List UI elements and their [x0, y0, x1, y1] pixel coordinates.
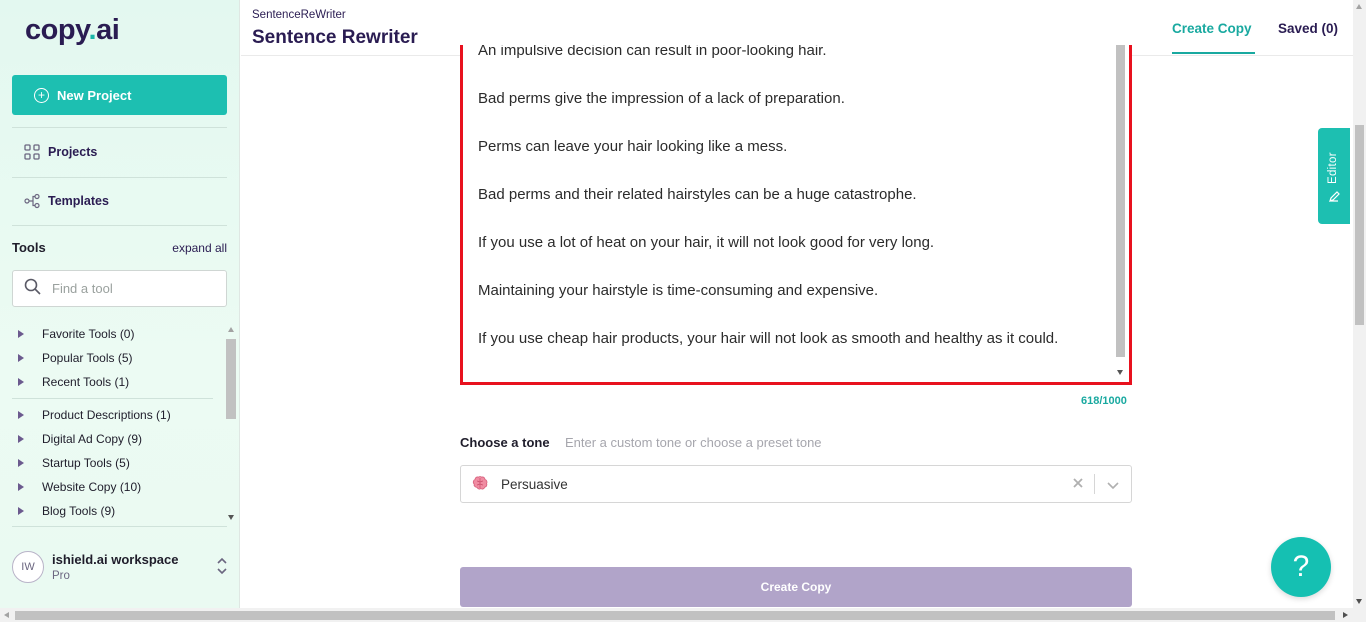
scrollbar-thumb[interactable] — [15, 611, 1335, 620]
tool-group-label: Startup Tools (5) — [42, 456, 130, 470]
tone-label: Choose a tone — [460, 435, 550, 450]
expand-all-link[interactable]: expand all — [172, 241, 227, 255]
tool-group-blog-tools[interactable]: Blog Tools (9) — [12, 499, 225, 520]
divider — [12, 127, 227, 128]
caret-right-icon — [18, 330, 24, 338]
divider — [12, 225, 227, 226]
create-copy-button[interactable]: Create Copy — [460, 567, 1132, 607]
sidebar-item-label: Templates — [48, 194, 109, 208]
editor-side-tab[interactable]: Editor — [1318, 128, 1350, 224]
tools-heading: Tools — [12, 240, 46, 255]
scroll-left-icon[interactable] — [4, 612, 9, 618]
clear-icon[interactable] — [1072, 476, 1084, 494]
sidebar-item-templates[interactable]: Templates — [24, 193, 109, 209]
tool-group-website-copy[interactable]: Website Copy (10) — [12, 475, 225, 499]
caret-right-icon — [18, 378, 24, 386]
workspace-switcher[interactable]: IW ishield.ai workspace Pro — [12, 542, 230, 592]
logo-suffix: ai — [96, 14, 120, 46]
tool-group-recent[interactable]: Recent Tools (1) — [12, 370, 225, 394]
plus-circle-icon: + — [34, 87, 49, 103]
tool-group-digital-ad-copy[interactable]: Digital Ad Copy (9) — [12, 427, 225, 451]
scroll-up-icon[interactable] — [228, 327, 234, 332]
sidebar: copy.ai + New Project Projects Templates… — [0, 0, 240, 608]
search-icon — [24, 278, 41, 300]
caret-right-icon — [18, 354, 24, 362]
tool-group-product-descriptions[interactable]: Product Descriptions (1) — [12, 403, 225, 427]
breadcrumb[interactable]: SentenceReWriter — [252, 9, 346, 21]
tool-group-label: Recent Tools (1) — [42, 375, 130, 389]
textarea-scrollbar[interactable] — [1115, 45, 1126, 379]
new-project-label: New Project — [57, 87, 132, 103]
input-line: Bad perms and their related hairstyles c… — [478, 186, 917, 203]
sidebar-item-projects[interactable]: Projects — [24, 144, 97, 160]
grid-icon — [24, 144, 40, 160]
logo-main: copy — [25, 14, 89, 46]
caret-right-icon — [18, 435, 24, 443]
page-title: Sentence Rewriter — [252, 27, 418, 48]
page-horizontal-scrollbar[interactable] — [0, 608, 1366, 622]
input-text: An impulsive decision can result in poor… — [478, 45, 1098, 375]
scrollbar-thumb[interactable] — [1116, 45, 1125, 357]
tone-value: Persuasive — [501, 476, 568, 492]
tool-search — [12, 270, 227, 307]
tool-group-startup-tools[interactable]: Startup Tools (5) — [12, 451, 225, 475]
scroll-right-icon[interactable] — [1343, 612, 1348, 618]
input-line: If you use cheap hair products, your hai… — [478, 330, 1059, 347]
scroll-up-icon[interactable] — [1356, 4, 1362, 9]
tool-group-label: Favorite Tools (0) — [42, 327, 135, 341]
caret-right-icon — [18, 459, 24, 467]
chevron-down-icon[interactable] — [1106, 478, 1120, 496]
tool-list-scrollbar[interactable] — [225, 325, 236, 522]
sidebar-item-label: Projects — [48, 145, 98, 159]
caret-right-icon — [18, 483, 24, 491]
input-line: An impulsive decision can result in poor… — [478, 45, 827, 59]
logo-dot: . — [88, 14, 97, 46]
tone-hint: Enter a custom tone or choose a preset t… — [565, 435, 822, 450]
avatar: IW — [12, 551, 44, 583]
tool-search-input[interactable] — [52, 281, 212, 296]
tool-group-label: Blog Tools (9) — [42, 504, 116, 518]
tool-group-label: Product Descriptions (1) — [42, 408, 171, 422]
divider — [12, 177, 227, 178]
tool-group-favorite[interactable]: Favorite Tools (0) — [12, 322, 225, 346]
help-button[interactable]: ? — [1271, 537, 1331, 597]
input-line: Perms can leave your hair looking like a… — [478, 138, 788, 155]
share-nodes-icon — [24, 193, 40, 209]
scrollbar-thumb[interactable] — [226, 339, 236, 419]
input-line: Bad perms give the impression of a lack … — [478, 90, 845, 107]
input-textarea[interactable]: An impulsive decision can result in poor… — [460, 45, 1132, 385]
tool-list: Favorite Tools (0) Popular Tools (5) Rec… — [12, 322, 225, 520]
scroll-down-icon[interactable] — [1117, 370, 1123, 375]
select-divider — [1094, 474, 1095, 494]
caret-right-icon — [18, 411, 24, 419]
input-line: Maintaining your hairstyle is time-consu… — [478, 282, 879, 299]
tools-header: Tools expand all — [12, 240, 227, 255]
scrollbar-thumb[interactable] — [1355, 125, 1364, 325]
workspace-plan: Pro — [52, 570, 70, 582]
scroll-down-icon[interactable] — [228, 515, 234, 520]
tone-select[interactable]: Persuasive — [460, 465, 1132, 503]
tool-group-label: Popular Tools (5) — [42, 351, 133, 365]
tab-saved[interactable]: Saved (0) — [1278, 21, 1338, 36]
scroll-down-icon[interactable] — [1356, 599, 1362, 604]
brain-icon — [472, 475, 488, 493]
tool-group-label: Website Copy (10) — [42, 480, 142, 494]
input-line: If you use a lot of heat on your hair, i… — [478, 234, 935, 251]
page-vertical-scrollbar[interactable] — [1353, 0, 1366, 608]
workspace-name: ishield.ai workspace — [52, 552, 179, 567]
divider — [12, 398, 213, 399]
tab-create-copy[interactable]: Create Copy — [1172, 21, 1252, 36]
divider — [12, 526, 227, 527]
copyai-logo[interactable]: copy.ai — [25, 14, 120, 47]
chevron-up-down-icon[interactable] — [216, 556, 228, 581]
new-project-button[interactable]: + New Project — [12, 75, 227, 115]
editor-tab-label: Editor — [1327, 152, 1339, 184]
character-counter: 618/1000 — [1081, 395, 1127, 407]
tool-group-popular[interactable]: Popular Tools (5) — [12, 346, 225, 370]
tool-group-label: Digital Ad Copy (9) — [42, 432, 143, 446]
caret-right-icon — [18, 507, 24, 515]
active-tab-indicator — [1172, 52, 1255, 54]
pencil-icon — [1328, 190, 1340, 208]
